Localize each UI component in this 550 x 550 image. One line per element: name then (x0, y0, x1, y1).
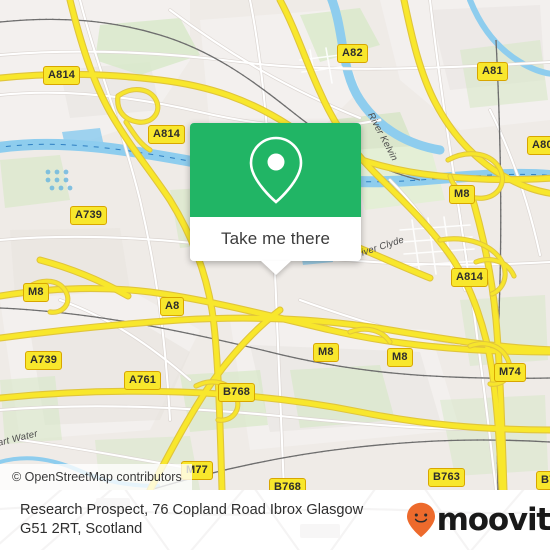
road-shield: M8 (449, 185, 475, 204)
road-shield: A814 (148, 125, 186, 144)
road-shield: B7 (536, 471, 550, 490)
popup-pointer-tail (260, 261, 291, 275)
moovit-wordmark: moovit (436, 502, 550, 538)
road-shield: A81 (477, 62, 508, 81)
road-shield: A8 (160, 297, 185, 316)
road-shield: M8 (313, 343, 339, 362)
map-screenshot-page: .land { fill:#efebe7; } .urban { fill:#f… (0, 0, 550, 550)
road-shield: A761 (124, 371, 162, 390)
moovit-pin-icon (406, 502, 435, 538)
road-shield: B763 (428, 468, 466, 487)
popup-header (190, 123, 361, 217)
road-shield: M74 (494, 363, 526, 382)
road-shield: A814 (43, 66, 81, 85)
road-shield: A82 (337, 44, 368, 63)
footer-bar: Research Prospect, 76 Copland Road Ibrox… (0, 490, 550, 550)
address-line-2: G51 2RT, Scotland (20, 521, 143, 537)
map-pin-icon (249, 136, 302, 204)
take-me-there-button[interactable]: Take me there (221, 229, 330, 249)
road-shield: M8 (387, 348, 413, 367)
location-popup-card[interactable]: Take me there (190, 123, 361, 275)
osm-attribution-label: © OpenStreetMap contributors (12, 470, 182, 484)
map-canvas[interactable]: .land { fill:#efebe7; } .urban { fill:#f… (0, 0, 550, 490)
osm-attribution[interactable]: © OpenStreetMap contributors (0, 464, 192, 490)
road-shield: A739 (70, 206, 108, 225)
road-shield: A739 (25, 351, 63, 370)
road-shield: B768 (218, 383, 256, 402)
road-shield: B768 (269, 478, 307, 490)
moovit-logo[interactable]: moovit (406, 502, 550, 538)
road-shield: A80 (527, 136, 550, 155)
road-shield: M8 (23, 283, 49, 302)
popup-action-bar[interactable]: Take me there (190, 217, 361, 261)
road-shield: A814 (451, 268, 489, 287)
address-block: Research Prospect, 76 Copland Road Ibrox… (20, 501, 404, 539)
address-line-1: Research Prospect, 76 Copland Road Ibrox… (20, 502, 364, 518)
